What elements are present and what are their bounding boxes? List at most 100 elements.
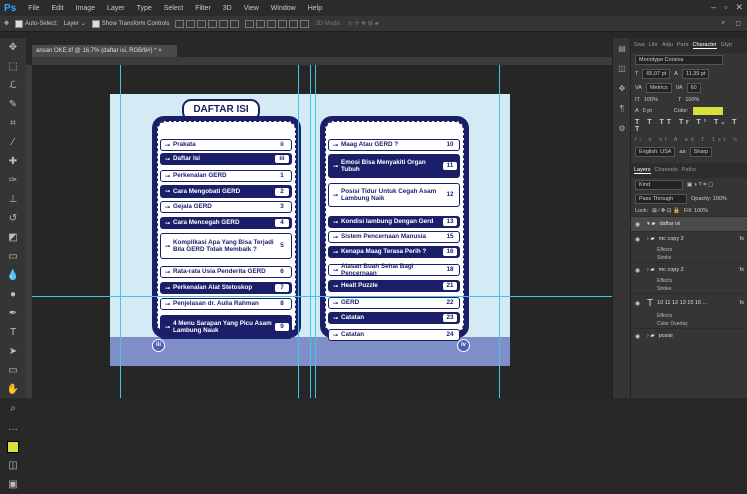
close-button[interactable]: ✕ xyxy=(735,2,743,13)
leading-field[interactable]: 11,39 pt xyxy=(681,69,710,79)
show-transform-option[interactable]: Show Transform Controls xyxy=(91,19,169,28)
hand-tool-icon[interactable]: ✋ xyxy=(0,380,26,399)
brush-settings-icon[interactable]: ✥ xyxy=(613,78,631,98)
workspace-icon[interactable]: ▢ xyxy=(735,20,741,27)
horizontal-scale-value[interactable]: 100% xyxy=(685,97,699,103)
layer-row[interactable]: ◉ ▾ ▰ daftar isi xyxy=(631,216,747,231)
shape-tool-icon[interactable]: ▭ xyxy=(0,361,26,380)
baseline-value[interactable]: 0 pt xyxy=(643,108,652,114)
align-icons[interactable] xyxy=(175,19,240,28)
menu-view[interactable]: View xyxy=(238,5,265,12)
menu-type[interactable]: Type xyxy=(131,5,158,12)
tab-swatches[interactable]: Swa xyxy=(634,42,645,49)
minimize-button[interactable]: – xyxy=(711,2,716,13)
antialias-select[interactable]: Sharp xyxy=(689,147,713,157)
fx-icon[interactable]: fx xyxy=(740,300,744,306)
menu-file[interactable]: File xyxy=(22,5,45,12)
color-overlay-effect[interactable]: Color Overlay xyxy=(631,320,747,328)
search-icon[interactable]: ⌕ xyxy=(722,20,725,27)
properties-icon[interactable]: ◫ xyxy=(613,58,631,78)
3d-mode-icons[interactable]: ◎ ✢ ✥ ⊞ ▰ xyxy=(347,20,379,27)
opentype-buttons[interactable]: fi σ st A ad T 1st ½ xyxy=(631,135,747,145)
dodge-tool-icon[interactable]: ● xyxy=(0,285,26,304)
tab-paragraph[interactable]: Para xyxy=(677,42,689,49)
tab-character[interactable]: Character xyxy=(692,42,717,49)
stroke-effect[interactable]: Stroke xyxy=(631,254,747,262)
move-tool-icon[interactable]: ✥ xyxy=(4,20,9,27)
visibility-eye-icon[interactable]: ◉ xyxy=(635,267,643,274)
pen-tool-icon[interactable]: ✒ xyxy=(0,304,26,323)
tab-adjustments[interactable]: Adju xyxy=(662,42,673,49)
document-tab[interactable]: ansan OKE.tif @ 16,7% (daftar isi, RGB/8… xyxy=(32,45,177,57)
layer-comps-icon[interactable]: ⚙ xyxy=(613,118,631,138)
type-tool-icon[interactable]: T xyxy=(0,323,26,342)
tab-paths[interactable]: Paths xyxy=(682,167,696,174)
auto-select-checkbox[interactable] xyxy=(15,19,24,28)
visibility-eye-icon[interactable]: ◉ xyxy=(635,236,643,243)
blend-mode-select[interactable]: Pass Through xyxy=(635,194,687,204)
distribute-icons[interactable] xyxy=(245,19,310,28)
blur-tool-icon[interactable]: 💧 xyxy=(0,266,26,285)
menu-filter[interactable]: Filter xyxy=(189,5,217,12)
paragraph-icon[interactable]: ¶ xyxy=(613,98,631,118)
quick-select-tool-icon[interactable]: ✎ xyxy=(0,95,26,114)
stroke-effect[interactable]: Stroke xyxy=(631,285,747,293)
more-tools-icon[interactable]: … xyxy=(0,418,26,437)
visibility-eye-icon[interactable]: ◉ xyxy=(635,333,643,340)
crop-tool-icon[interactable]: ⌗ xyxy=(0,114,26,133)
tab-channels[interactable]: Channels xyxy=(655,167,678,174)
maximize-button[interactable]: ▫ xyxy=(724,2,727,13)
text-color-swatch[interactable] xyxy=(692,107,723,115)
menu-select[interactable]: Select xyxy=(158,5,189,12)
canvas-area[interactable]: DAFTAR ISI iii iv ⊸ Prakata ii ⊸ Daftar Isi i… xyxy=(32,65,612,398)
history-brush-icon[interactable]: ↺ xyxy=(0,209,26,228)
menu-edit[interactable]: Edit xyxy=(46,5,70,12)
zoom-tool-icon[interactable]: ⌕ xyxy=(0,399,26,418)
layer-row[interactable]: ◉ T 10 11 12 13 15 16 ... fx xyxy=(631,293,747,312)
menu-layer[interactable]: Layer xyxy=(101,5,131,12)
eyedropper-tool-icon[interactable]: ⁄ xyxy=(0,133,26,152)
lasso-tool-icon[interactable]: ℒ xyxy=(0,76,26,95)
gradient-tool-icon[interactable]: ▭ xyxy=(0,247,26,266)
tab-libraries[interactable]: Libr xyxy=(649,42,658,49)
marquee-tool-icon[interactable]: ⬚ xyxy=(0,57,26,76)
vertical-scale-value[interactable]: 100% xyxy=(644,97,658,103)
layer-row[interactable]: ◉ › ▰ mc copy 2 fx xyxy=(631,231,747,246)
kind-filter-select[interactable]: Kind xyxy=(635,180,683,190)
fx-icon[interactable]: fx xyxy=(740,236,744,242)
show-transform-checkbox[interactable] xyxy=(91,19,100,28)
font-size-field[interactable]: 65,07 pt xyxy=(642,69,671,79)
layer-row[interactable]: ◉ › ▰ mc copy 2 fx xyxy=(631,262,747,277)
font-family-select[interactable]: Monotype Corsiva xyxy=(635,55,723,65)
menu-help[interactable]: Help xyxy=(302,5,328,12)
close-tab-icon[interactable]: × xyxy=(158,48,162,54)
layer-select-dropdown[interactable]: Layer ⌄ xyxy=(64,20,86,28)
auto-select-option[interactable]: Auto-Select: xyxy=(15,19,58,28)
menu-window[interactable]: Window xyxy=(265,5,302,12)
type-style-buttons[interactable]: T T TT Tr T¹ T₁ T T xyxy=(631,117,747,135)
filter-icons[interactable]: ▣ ◑ T ⌗ ▢ xyxy=(687,182,713,189)
tracking-field[interactable]: 60 xyxy=(686,83,701,93)
move-tool-icon[interactable]: ✥ xyxy=(0,38,26,57)
screen-mode-icon[interactable]: ▣ xyxy=(0,475,26,494)
eraser-tool-icon[interactable]: ◩ xyxy=(0,228,26,247)
fill-field[interactable]: Fill: 100% xyxy=(684,208,708,214)
kerning-field[interactable]: Metrics xyxy=(645,83,672,93)
visibility-eye-icon[interactable]: ◉ xyxy=(635,221,643,228)
quick-mask-icon[interactable]: ◫ xyxy=(0,456,26,475)
healing-tool-icon[interactable]: ✚ xyxy=(0,152,26,171)
stamp-tool-icon[interactable]: ⊥ xyxy=(0,190,26,209)
history-icon[interactable]: ▤ xyxy=(613,38,631,58)
language-select[interactable]: English: USA xyxy=(635,147,676,157)
color-swatch[interactable] xyxy=(0,437,26,456)
visibility-eye-icon[interactable]: ◉ xyxy=(635,300,643,307)
layer-row[interactable]: ◉ › ▰ posisi xyxy=(631,328,747,343)
path-select-tool-icon[interactable]: ➤ xyxy=(0,342,26,361)
opacity-field[interactable]: Opacity: 100% xyxy=(691,196,727,202)
lock-icons[interactable]: ⊠ ⁄ ✥ ⊡ 🔒 xyxy=(652,208,680,214)
tab-glyphs[interactable]: Glyp xyxy=(721,42,732,49)
fx-icon[interactable]: fx xyxy=(740,267,744,273)
menu-3d[interactable]: 3D xyxy=(217,5,238,12)
menu-image[interactable]: Image xyxy=(70,5,101,12)
tab-layers[interactable]: Layers xyxy=(634,167,651,174)
